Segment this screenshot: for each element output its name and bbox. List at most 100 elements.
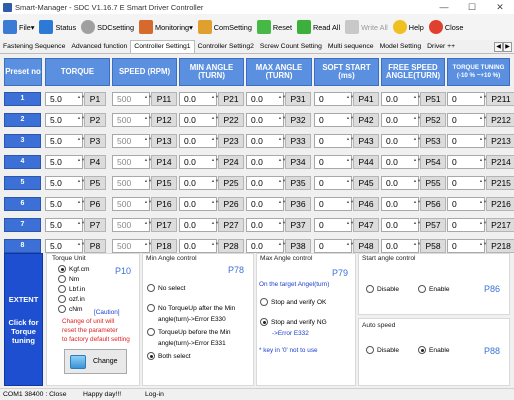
spin-arrows-icon[interactable]: ▲▼	[144, 199, 152, 210]
spin-arrows-icon[interactable]: ▲▼	[77, 178, 85, 189]
torque-unit-option-cnm[interactable]: cNm	[58, 305, 83, 313]
spin-arrows-icon[interactable]: ▲▼	[479, 178, 487, 189]
toolbar-write-all-button[interactable]: Write All	[345, 20, 388, 34]
speed-input[interactable]: 500 ▲▼	[112, 155, 152, 169]
toolbar-close-button[interactable]: Close	[428, 20, 463, 34]
spin-arrows-icon[interactable]: ▲▼	[144, 241, 152, 252]
spin-arrows-icon[interactable]: ▲▼	[479, 241, 487, 252]
spin-arrows-icon[interactable]: ▲▼	[346, 157, 354, 168]
spin-arrows-icon[interactable]: ▲▼	[346, 220, 354, 231]
soft-start-input[interactable]: 0 ▲▼	[314, 155, 354, 169]
max-angle-input[interactable]: 0.0 ▲▼	[246, 113, 286, 127]
torque-unit-option-nm[interactable]: Nm	[58, 275, 79, 283]
spin-arrows-icon[interactable]: ▲▼	[77, 115, 85, 126]
spin-arrows-icon[interactable]: ▲▼	[144, 136, 152, 147]
free-speed-angle-input[interactable]: 0.0 ▲▼	[381, 155, 421, 169]
spin-arrows-icon[interactable]: ▲▼	[211, 94, 219, 105]
spin-arrows-icon[interactable]: ▲▼	[479, 220, 487, 231]
spin-arrows-icon[interactable]: ▲▼	[479, 136, 487, 147]
preset-6-button[interactable]: 6	[4, 197, 41, 211]
torque-tuning-input[interactable]: 0 ▲▼	[447, 134, 487, 148]
min-angle-input[interactable]: 0.0 ▲▼	[179, 176, 219, 190]
tab-controller-setting1[interactable]: Controller Setting1	[130, 40, 195, 53]
speed-input[interactable]: 500 ▲▼	[112, 92, 152, 106]
free-speed-angle-input[interactable]: 0.0 ▲▼	[381, 218, 421, 232]
preset-8-button[interactable]: 8	[4, 239, 41, 253]
spin-arrows-icon[interactable]: ▲▼	[144, 220, 152, 231]
toolbar-comsetting-button[interactable]: ComSetting	[197, 20, 252, 34]
min-angle-input[interactable]: 0.0 ▲▼	[179, 197, 219, 211]
spin-arrows-icon[interactable]: ▲▼	[211, 241, 219, 252]
spin-arrows-icon[interactable]: ▲▼	[413, 136, 421, 147]
free-speed-angle-input[interactable]: 0.0 ▲▼	[381, 134, 421, 148]
preset-4-button[interactable]: 4	[4, 155, 41, 169]
torque-tuning-input[interactable]: 0 ▲▼	[447, 155, 487, 169]
soft-start-input[interactable]: 0 ▲▼	[314, 134, 354, 148]
tab-controller-setting2[interactable]: Controller Setting2	[195, 41, 257, 53]
max-angle-input[interactable]: 0.0 ▲▼	[246, 176, 286, 190]
min-angle-input[interactable]: 0.0 ▲▼	[179, 92, 219, 106]
spin-arrows-icon[interactable]: ▲▼	[479, 199, 487, 210]
spin-arrows-icon[interactable]: ▲▼	[211, 136, 219, 147]
tab-multi-sequence[interactable]: Multi sequence	[325, 41, 377, 53]
max-angle-input[interactable]: 0.0 ▲▼	[246, 155, 286, 169]
free-speed-angle-input[interactable]: 0.0 ▲▼	[381, 92, 421, 106]
min-angle-no-torqueup[interactable]: No TorqueUp after the Min	[147, 304, 235, 312]
min-angle-input[interactable]: 0.0 ▲▼	[179, 239, 219, 253]
preset-7-button[interactable]: 7	[4, 218, 41, 232]
min-angle-input[interactable]: 0.0 ▲▼	[179, 113, 219, 127]
tab-driver-[interactable]: Driver ++	[424, 41, 458, 53]
spin-arrows-icon[interactable]: ▲▼	[346, 199, 354, 210]
torque-tuning-input[interactable]: 0 ▲▼	[447, 239, 487, 253]
speed-input[interactable]: 500 ▲▼	[112, 176, 152, 190]
min-angle-torqueup-before[interactable]: TorqueUp before the Min	[147, 328, 231, 336]
close-window-button[interactable]: ✕	[486, 2, 514, 13]
maximize-button[interactable]: ☐	[458, 2, 486, 13]
spin-arrows-icon[interactable]: ▲▼	[479, 94, 487, 105]
spin-arrows-icon[interactable]: ▲▼	[278, 199, 286, 210]
min-angle-input[interactable]: 0.0 ▲▼	[179, 218, 219, 232]
spin-arrows-icon[interactable]: ▲▼	[413, 157, 421, 168]
toolbar-file-button[interactable]: File ▾	[3, 20, 34, 34]
torque-unit-option-kgf-cm[interactable]: Kgf.cm	[58, 265, 90, 273]
toolbar-read-all-button[interactable]: Read All	[296, 20, 340, 34]
free-speed-angle-input[interactable]: 0.0 ▲▼	[381, 197, 421, 211]
torque-input[interactable]: 5.0 ▲▼	[45, 218, 85, 232]
toolbar-help-button[interactable]: Help	[392, 20, 424, 34]
free-speed-angle-input[interactable]: 0.0 ▲▼	[381, 113, 421, 127]
torque-unit-option-ozf-in[interactable]: ozf.in	[58, 295, 85, 303]
soft-start-input[interactable]: 0 ▲▼	[314, 197, 354, 211]
spin-arrows-icon[interactable]: ▲▼	[278, 157, 286, 168]
tab-advanced-function[interactable]: Advanced function	[68, 41, 130, 53]
soft-start-input[interactable]: 0 ▲▼	[314, 176, 354, 190]
tab-screw-count-setting[interactable]: Screw Count Setting	[257, 41, 325, 53]
speed-input[interactable]: 500 ▲▼	[112, 113, 152, 127]
spin-arrows-icon[interactable]: ▲▼	[211, 220, 219, 231]
torque-tuning-input[interactable]: 0 ▲▼	[447, 197, 487, 211]
min-angle-input[interactable]: 0.0 ▲▼	[179, 155, 219, 169]
torque-tuning-input[interactable]: 0 ▲▼	[447, 113, 487, 127]
toolbar-monitoring-button[interactable]: Monitoring ▾	[139, 20, 193, 34]
spin-arrows-icon[interactable]: ▲▼	[77, 220, 85, 231]
torque-tuning-input[interactable]: 0 ▲▼	[447, 218, 487, 232]
speed-input[interactable]: 500 ▲▼	[112, 197, 152, 211]
torque-input[interactable]: 5.0 ▲▼	[45, 92, 85, 106]
spin-arrows-icon[interactable]: ▲▼	[346, 178, 354, 189]
spin-arrows-icon[interactable]: ▲▼	[346, 241, 354, 252]
torque-input[interactable]: 5.0 ▲▼	[45, 113, 85, 127]
spin-arrows-icon[interactable]: ▲▼	[144, 94, 152, 105]
tab-scroll-right-icon[interactable]: ▶	[503, 42, 512, 52]
torque-tuning-input[interactable]: 0 ▲▼	[447, 176, 487, 190]
max-angle-stop-verify-ok[interactable]: Stop and verify OK	[260, 298, 326, 306]
extent-torque-tuning-button[interactable]: EXTENT Click for Torque tuning	[4, 253, 43, 386]
free-speed-angle-input[interactable]: 0.0 ▲▼	[381, 239, 421, 253]
free-speed-angle-input[interactable]: 0.0 ▲▼	[381, 176, 421, 190]
spin-arrows-icon[interactable]: ▲▼	[278, 241, 286, 252]
min-angle-both-select[interactable]: Both select	[147, 352, 191, 360]
spin-arrows-icon[interactable]: ▲▼	[144, 115, 152, 126]
spin-arrows-icon[interactable]: ▲▼	[278, 94, 286, 105]
spin-arrows-icon[interactable]: ▲▼	[144, 178, 152, 189]
toolbar-reset-button[interactable]: Reset	[256, 20, 292, 34]
max-angle-input[interactable]: 0.0 ▲▼	[246, 92, 286, 106]
tab-model-setting[interactable]: Model Setting	[377, 41, 425, 53]
